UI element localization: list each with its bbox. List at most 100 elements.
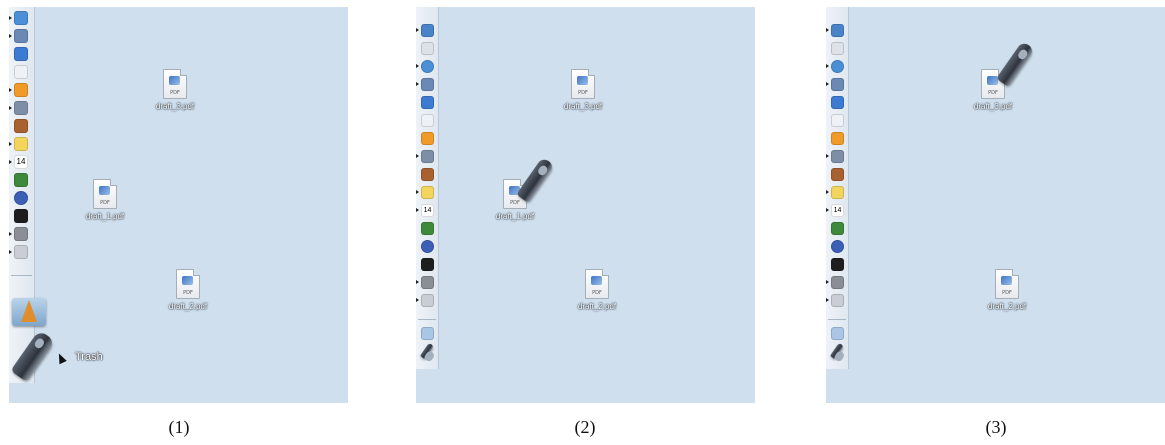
running-indicator [826,298,829,302]
trash-vacuum-icon[interactable] [419,342,435,360]
preview-thumbnail [591,276,602,285]
chat-icon[interactable] [14,137,28,151]
calendar-icon[interactable]: 14 [831,204,844,217]
preview-icon[interactable] [421,78,434,91]
vlc-icon[interactable] [831,132,844,145]
applications-folder-icon[interactable] [421,327,434,340]
vlc-icon[interactable] [421,132,434,145]
terminal-icon[interactable] [421,258,434,271]
preview-thumbnail [99,186,110,195]
running-indicator [826,280,829,284]
network-icon[interactable] [831,150,844,163]
running-indicator [416,154,419,158]
dock: 14 [416,7,439,369]
wifi-icon[interactable] [14,65,28,79]
file-label: draft_1.pdf [495,212,535,221]
preview-icon[interactable] [14,29,28,43]
file-label: draft_2.pdf [577,302,617,311]
running-indicator [416,28,419,32]
chat-icon[interactable] [831,186,844,199]
pdf-document-icon: PDF [995,269,1019,299]
apple-icon[interactable] [421,42,434,55]
running-indicator [826,190,829,194]
network-icon[interactable] [421,150,434,163]
wifi-icon[interactable] [421,114,434,127]
running-indicator [416,64,419,68]
safari-icon[interactable] [831,60,844,73]
trash-vacuum-icon[interactable] [829,342,845,360]
app-glyph [21,300,37,322]
running-indicator [416,280,419,284]
finder-icon[interactable] [421,24,434,37]
running-indicator [826,154,829,158]
file-ext: PDF [578,90,588,96]
running-indicator [826,64,829,68]
network-icon[interactable] [14,101,28,115]
folder-shape [12,298,46,326]
itunes-icon[interactable] [831,96,844,109]
itunes-icon[interactable] [14,47,28,61]
desktop-panel-3: 14 PDF draft_3.pdf PDF draft_2.pdf [826,7,1165,403]
running-indicator [826,28,829,32]
utility-icon[interactable] [421,294,434,307]
file-ext: PDF [100,200,110,206]
file-icon-draft-2[interactable]: PDF draft_2.pdf [562,269,632,311]
globe-icon[interactable] [421,240,434,253]
file-label: draft_2.pdf [987,302,1027,311]
file-icon-draft-3[interactable]: PDF draft_3.pdf [958,69,1028,111]
globe-icon[interactable] [831,240,844,253]
file-ext: PDF [183,290,193,296]
photo-icon[interactable] [421,168,434,181]
photo-icon[interactable] [14,119,28,133]
applications-folder-icon[interactable] [12,288,50,328]
running-indicator [9,232,12,236]
terminal-icon[interactable] [831,258,844,271]
stocks-icon[interactable] [421,222,434,235]
stocks-icon[interactable] [831,222,844,235]
file-ext: PDF [1002,290,1012,296]
mouse-cursor-icon [55,351,67,365]
itunes-icon[interactable] [421,96,434,109]
file-label: draft_3.pdf [973,102,1013,111]
file-icon-draft-3[interactable]: PDF draft_3.pdf [140,69,210,111]
utility-icon[interactable] [831,294,844,307]
chat-icon[interactable] [421,186,434,199]
pdf-document-icon: PDF [585,269,609,299]
caption-3: (3) [985,417,1007,437]
vlc-icon[interactable] [14,83,28,97]
file-icon-draft-3[interactable]: PDF draft_3.pdf [548,69,618,111]
file-ext: PDF [988,90,998,96]
apple-icon[interactable] [831,42,844,55]
finder-icon[interactable] [831,24,844,37]
file-label: draft_2.pdf [168,302,208,311]
photo-icon[interactable] [831,168,844,181]
running-indicator [9,142,12,146]
pdf-document-icon: PDF [163,69,187,99]
pdf-document-icon: PDF [571,69,595,99]
file-icon-draft-2[interactable]: PDF draft_2.pdf [153,269,223,311]
preview-icon[interactable] [831,78,844,91]
caption-1: (1) [168,417,190,437]
tools-icon[interactable] [14,227,28,241]
file-icon-draft-1[interactable]: PDF draft_1.pdf [70,179,140,221]
calendar-icon[interactable]: 14 [421,204,434,217]
safari-icon[interactable] [421,60,434,73]
running-indicator [826,208,829,212]
running-indicator [9,106,12,110]
tools-icon[interactable] [831,276,844,289]
file-ext: PDF [592,290,602,296]
desktop-panel-2: 14 PDF draft_3.pdf PDF draft_1.pdf PDF d… [416,7,755,403]
terminal-icon[interactable] [14,209,28,223]
tools-icon[interactable] [421,276,434,289]
file-icon-draft-2[interactable]: PDF draft_2.pdf [972,269,1042,311]
utility-icon[interactable] [14,245,28,259]
stocks-icon[interactable] [14,173,28,187]
file-label: draft_3.pdf [155,102,195,111]
pdf-document-icon: PDF [176,269,200,299]
calendar-icon[interactable]: 14 [14,155,28,169]
globe-icon[interactable] [14,191,28,205]
safari-icon[interactable] [14,11,28,25]
wifi-icon[interactable] [831,114,844,127]
applications-folder-icon[interactable] [831,327,844,340]
dock-separator [828,319,846,320]
